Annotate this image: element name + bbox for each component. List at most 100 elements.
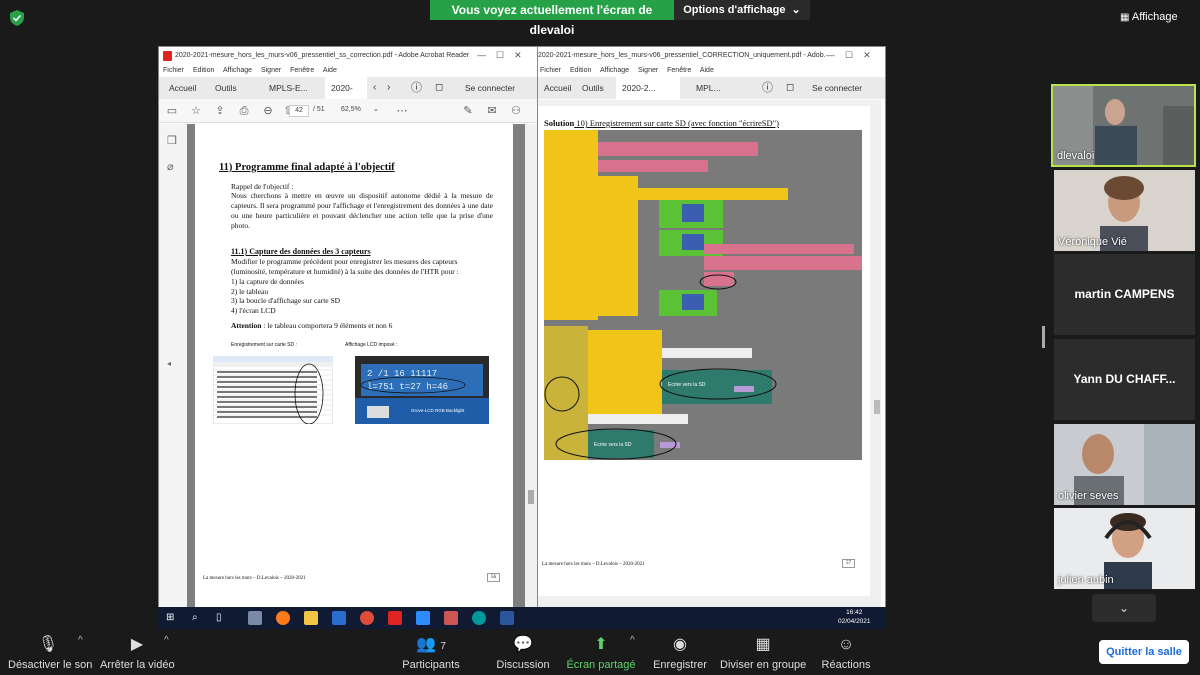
window-controls[interactable]: — ☐ ✕: [477, 50, 522, 61]
menu-item[interactable]: Edition: [570, 67, 591, 74]
share-screen-button[interactable]: ⬆ Écran partagé: [566, 635, 636, 671]
sign-in-button[interactable]: Se connecter: [812, 77, 862, 99]
chevron-down-icon[interactable]: ⌄: [373, 105, 379, 113]
scroll-down-button[interactable]: ⌄: [1092, 594, 1156, 622]
chevron-left-icon[interactable]: ‹: [373, 77, 376, 99]
menu-item[interactable]: Edition: [193, 67, 214, 74]
participant-tile[interactable]: Yann DU CHAFF...: [1054, 339, 1195, 420]
print-icon[interactable]: ⎙: [237, 104, 251, 118]
participant-tile[interactable]: olivier seves: [1054, 424, 1195, 505]
tab-tools[interactable]: Outils: [209, 77, 243, 99]
window-controls[interactable]: — ☐ ✕: [826, 50, 871, 61]
menu-item[interactable]: Aide: [323, 67, 337, 74]
acrobat-window-correction[interactable]: 2020-2021-mesure_hors_les_murs-v06_press…: [535, 46, 886, 609]
leave-meeting-button[interactable]: Quitter la salle: [1099, 640, 1189, 664]
chrome-icon[interactable]: [360, 611, 374, 625]
sign-pen-icon[interactable]: ✎: [461, 104, 475, 118]
maximize-icon[interactable]: ☐: [845, 50, 861, 60]
menu-item[interactable]: Signer: [638, 67, 658, 74]
chat-button[interactable]: 💬 Discussion: [494, 635, 552, 671]
save-icon[interactable]: ▭: [165, 104, 179, 118]
upload-icon[interactable]: ⇪: [213, 104, 227, 118]
chevron-up-icon[interactable]: ^: [164, 635, 169, 646]
participants-button[interactable]: 👥 7 Participants: [400, 635, 462, 671]
minimize-icon[interactable]: —: [477, 50, 494, 60]
tab-tools[interactable]: Outils: [576, 77, 610, 99]
document-viewport[interactable]: 11) Programme final adapté à l'objectif …: [187, 124, 525, 609]
participant-tile[interactable]: martin CAMPENS: [1054, 254, 1195, 335]
panel-resize-handle[interactable]: [1042, 326, 1045, 348]
chevron-right-icon[interactable]: ›: [387, 77, 390, 99]
reactions-icon: ☺: [837, 636, 855, 653]
tab-document-2[interactable]: MPL...: [690, 77, 727, 99]
search-icon[interactable]: ⌕: [192, 612, 198, 623]
menu-item[interactable]: Fenêtre: [667, 67, 691, 74]
stop-video-button[interactable]: ▶ Arrêter la vidéo: [100, 635, 175, 671]
arduino-icon[interactable]: [472, 611, 486, 625]
menu-item[interactable]: Fenêtre: [290, 67, 314, 74]
minimize-icon[interactable]: —: [826, 50, 843, 60]
firefox-icon[interactable]: [276, 611, 290, 625]
participant-name: julien aubin: [1058, 574, 1114, 586]
menu-bar: Fichier Edition Affichage Signer Fenêtre…: [159, 65, 537, 77]
outlook-icon[interactable]: [332, 611, 346, 625]
bell-icon[interactable]: ◻: [435, 77, 443, 99]
tab-document[interactable]: MPLS-E...: [263, 77, 314, 99]
maximize-icon[interactable]: ☐: [496, 50, 512, 60]
tab-home[interactable]: Accueil: [538, 77, 577, 99]
bell-icon[interactable]: ◻: [786, 77, 794, 99]
participant-tile[interactable]: Véronique Vié: [1054, 170, 1195, 251]
pages-icon[interactable]: ❐: [167, 134, 177, 147]
attachment-icon[interactable]: ⌀: [167, 160, 174, 173]
acrobat-window-exercise[interactable]: 2020-2021-mesure_hors_les_murs-v06_press…: [158, 46, 538, 609]
scrollbar[interactable]: [525, 124, 537, 609]
video-camera-icon: ▶: [130, 636, 144, 653]
sign-in-button[interactable]: Se connecter: [465, 77, 515, 99]
chevron-down-icon: ⌄: [788, 4, 801, 16]
tab-home[interactable]: Accueil: [163, 77, 202, 99]
menu-item[interactable]: Affichage: [223, 67, 252, 74]
reactions-button[interactable]: ☺ Réactions: [820, 635, 872, 671]
close-icon[interactable]: ✕: [514, 50, 522, 60]
file-explorer-icon[interactable]: [304, 611, 318, 625]
scrollbar-thumb[interactable]: [528, 490, 534, 504]
participant-tile[interactable]: julien aubin: [1054, 508, 1195, 589]
menu-item[interactable]: Affichage: [600, 67, 629, 74]
participant-tile[interactable]: dlevaloi: [1051, 84, 1196, 167]
menu-item[interactable]: Fichier: [163, 67, 184, 74]
page-number-input[interactable]: 42: [289, 105, 309, 117]
scrollbar[interactable]: [874, 400, 880, 414]
taskbar-app-icon[interactable]: [248, 611, 262, 625]
menu-item[interactable]: Fichier: [540, 67, 561, 74]
layout-button[interactable]: ▦ Affichage: [1120, 8, 1200, 26]
acrobat-icon[interactable]: [388, 611, 402, 625]
record-button[interactable]: ◉ Enregistrer: [652, 635, 708, 671]
menu-item[interactable]: Signer: [261, 67, 281, 74]
tab-document-2[interactable]: 2020-2...: [325, 77, 367, 115]
collapse-left-icon[interactable]: ◂: [167, 359, 171, 368]
view-options-button[interactable]: Options d'affichage ⌄: [674, 0, 810, 20]
taskbar-app-icon[interactable]: [444, 611, 458, 625]
security-shield-icon[interactable]: [10, 10, 24, 26]
zoom-level-select[interactable]: 62,5%: [341, 106, 361, 113]
chevron-up-icon[interactable]: ^: [78, 635, 83, 646]
star-icon[interactable]: ☆: [189, 104, 203, 118]
add-user-icon[interactable]: ⚇: [509, 104, 523, 118]
tab-document[interactable]: 2020-2...: [616, 77, 680, 99]
menu-item[interactable]: Aide: [700, 67, 714, 74]
word-icon[interactable]: [500, 611, 514, 625]
zoom-out-icon[interactable]: ⊖: [261, 104, 275, 118]
zoom-app-icon[interactable]: [416, 611, 430, 625]
more-tools-icon[interactable]: ⋯: [395, 104, 409, 118]
mail-icon[interactable]: ✉: [485, 104, 499, 118]
document-viewport[interactable]: Solution 10) Enregistrement sur carte SD…: [536, 100, 881, 609]
task-view-icon[interactable]: ▯: [216, 612, 222, 623]
clock: 16:42 02/04/2021: [838, 609, 871, 625]
chevron-up-icon[interactable]: ^: [630, 635, 635, 646]
close-icon[interactable]: ✕: [863, 50, 871, 60]
windows-start-icon[interactable]: ⊞: [166, 612, 174, 623]
help-icon[interactable]: ⓘ: [411, 77, 422, 99]
mute-button[interactable]: 🎙 Désactiver le son: [8, 635, 92, 671]
help-icon[interactable]: ⓘ: [762, 77, 773, 99]
breakout-rooms-button[interactable]: ▦ Diviser en groupe: [720, 635, 806, 671]
